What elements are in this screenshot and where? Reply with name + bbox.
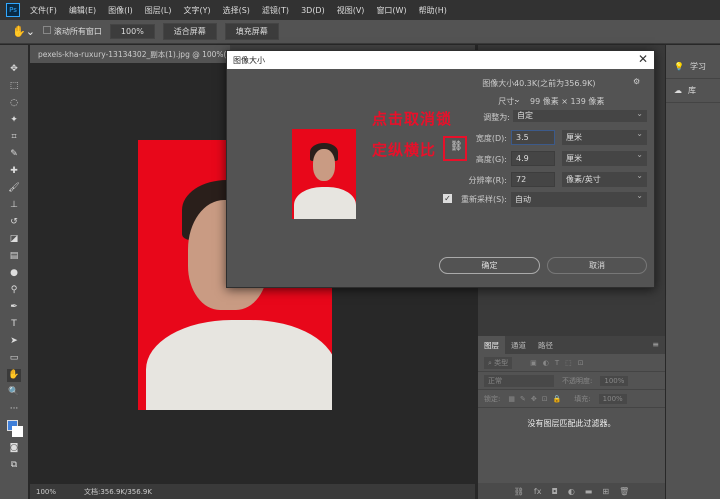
width-input[interactable]: 3.5 [511, 130, 555, 145]
preview-thumbnail [292, 129, 356, 219]
height-input[interactable]: 4.9 [511, 151, 555, 166]
annotation-line1: 点击取消锁 [372, 110, 453, 128]
zoom-100-button[interactable]: 100% [109, 24, 155, 39]
gradient-tool-icon[interactable]: ▤ [7, 250, 21, 263]
scroll-all-checkbox[interactable]: 滚动所有窗口 [42, 26, 102, 37]
resample-select[interactable]: 自动 [511, 191, 647, 207]
crop-tool-icon[interactable]: ⌗ [7, 131, 21, 144]
cloud-library-icon: ☁ [674, 86, 682, 95]
layer-filter-select[interactable]: ⌕ 类型 [484, 356, 513, 369]
move-tool-icon[interactable]: ✥ [7, 63, 21, 76]
status-bar: 100% 文档:356.9K/356.9K [30, 484, 475, 499]
zoom-level[interactable]: 100% [30, 488, 80, 496]
image-size-dialog: 图像大小 ✕ 图像大小: 40.3K(之前为356.9K) ⚙ 尺寸: ⌄ 99 … [226, 50, 655, 288]
quick-mask-icon[interactable]: ◙ [7, 442, 21, 455]
library-panel-button[interactable]: ☁ 库 [666, 79, 720, 103]
dimensions-label: 尺寸: [498, 97, 517, 106]
fill-screen-button[interactable]: 填充屏幕 [224, 23, 279, 40]
adjustment-icon[interactable]: ◐ [568, 487, 575, 496]
tab-layers[interactable]: 图层 [478, 336, 505, 354]
menu-window[interactable]: 窗口(W) [376, 5, 406, 16]
type-tool-icon[interactable]: T [7, 318, 21, 331]
learn-panel-button[interactable]: 💡 学习 [666, 55, 720, 79]
more-tools-icon[interactable]: ··· [7, 403, 21, 416]
menu-select[interactable]: 选择(S) [223, 5, 250, 16]
resolution-label: 分辨率(R): [468, 176, 508, 185]
lasso-tool-icon[interactable]: ◌ [7, 97, 21, 110]
document-tab[interactable]: pexels-kha-ruxury-13134302_副本(1).jpg @ 1… [30, 45, 230, 63]
marquee-tool-icon[interactable]: ⬚ [7, 80, 21, 93]
folder-icon[interactable]: ▬ [585, 487, 593, 496]
dimensions-dropdown-icon[interactable]: ⌄ [514, 95, 521, 104]
height-label: 高度(G): [475, 155, 507, 164]
new-layer-icon[interactable]: ⊞ [602, 487, 609, 496]
width-label: 宽度(D): [475, 134, 507, 143]
fx-icon[interactable]: fx [534, 487, 542, 496]
image-size-value: 40.3K(之前为356.9K) [514, 79, 596, 88]
lock-icons[interactable]: ▦✎✥⊡🔒 [508, 395, 566, 403]
menu-layer[interactable]: 图层(L) [145, 5, 172, 16]
menu-help[interactable]: 帮助(H) [419, 5, 447, 16]
resolution-input[interactable]: 72 [511, 172, 555, 187]
height-unit-select[interactable]: 厘米 [562, 150, 647, 166]
lightbulb-icon: 💡 [674, 62, 684, 71]
collapsed-panels: 💡 学习 ☁ 库 [666, 45, 720, 499]
photoshop-logo: Ps [6, 3, 20, 17]
toolbar: ✥ ⬚ ◌ ✦ ⌗ ✎ ✚ 🖌 ⊥ ↺ ◪ ▤ ● ⚲ ✒ T ➤ ▭ ✋ 🔍 … [0, 45, 28, 499]
fit-screen-button[interactable]: 适合屏幕 [162, 23, 217, 40]
ok-button[interactable]: 确定 [439, 257, 540, 274]
menu-image[interactable]: 图像(I) [108, 5, 133, 16]
hand-icon[interactable]: ✋⌄ [12, 25, 35, 38]
layers-panel: 图层 通道 路径 ≡ ⌕ 类型 ▣◐T⬚⊡ 正常 不透明度: 100% 锁定: ▦✎✥⊡… [478, 336, 665, 499]
menu-edit[interactable]: 编辑(E) [69, 5, 96, 16]
options-bar: ✋⌄ 滚动所有窗口 100% 适合屏幕 填充屏幕 [0, 20, 720, 44]
cancel-button[interactable]: 取消 [547, 257, 647, 274]
link-icon[interactable]: ⛓ [514, 487, 524, 496]
filter-icons[interactable]: ▣◐T⬚⊡ [530, 359, 589, 367]
history-brush-icon[interactable]: ↺ [7, 216, 21, 229]
screen-mode-icon[interactable]: ⧉ [7, 459, 21, 472]
tab-channels[interactable]: 通道 [505, 336, 532, 354]
dimensions-value: 99 像素 × 139 像素 [530, 97, 605, 106]
blur-tool-icon[interactable]: ● [7, 267, 21, 280]
menu-bar: Ps 文件(F) 编辑(E) 图像(I) 图层(L) 文字(Y) 选择(S) 滤… [0, 0, 720, 20]
opacity-input[interactable]: 100% [600, 375, 629, 386]
image-size-label: 图像大小: [482, 79, 517, 88]
shape-tool-icon[interactable]: ▭ [7, 352, 21, 365]
fit-to-select[interactable]: 自定 [513, 109, 647, 122]
hand-tool-icon[interactable]: ✋ [7, 369, 21, 382]
eraser-icon[interactable]: ◪ [7, 233, 21, 246]
magic-wand-icon[interactable]: ✦ [7, 114, 21, 127]
menu-type[interactable]: 文字(Y) [183, 5, 210, 16]
menu-file[interactable]: 文件(F) [30, 5, 57, 16]
stamp-tool-icon[interactable]: ⊥ [7, 199, 21, 212]
fill-input[interactable]: 100% [598, 393, 627, 404]
menu-filter[interactable]: 滤镜(T) [262, 5, 289, 16]
tab-paths[interactable]: 路径 [532, 336, 559, 354]
doc-size[interactable]: 文档:356.9K/356.9K [80, 487, 152, 497]
panel-menu-icon[interactable]: ≡ [646, 336, 665, 354]
menu-view[interactable]: 视图(V) [337, 5, 365, 16]
brush-tool-icon[interactable]: 🖌 [7, 182, 21, 195]
color-swatches-icon[interactable] [7, 420, 23, 438]
resample-label: 重新采样(S): [460, 195, 507, 204]
layer-actions: ⛓ fx ◘ ◐ ▬ ⊞ 🗑 [478, 483, 665, 499]
path-select-icon[interactable]: ➤ [7, 335, 21, 348]
trash-icon[interactable]: 🗑 [619, 487, 629, 496]
dodge-tool-icon[interactable]: ⚲ [7, 284, 21, 297]
width-unit-select[interactable]: 厘米 [562, 129, 647, 145]
zoom-tool-icon[interactable]: 🔍 [7, 386, 21, 399]
pen-tool-icon[interactable]: ✒ [7, 301, 21, 314]
eyedropper-icon[interactable]: ✎ [7, 148, 21, 161]
blend-mode-select[interactable]: 正常 [484, 374, 554, 387]
resolution-unit-select[interactable]: 像素/英寸 [562, 171, 647, 187]
dialog-title-bar: 图像大小 ✕ [227, 51, 654, 69]
healing-brush-icon[interactable]: ✚ [7, 165, 21, 178]
close-icon[interactable]: ✕ [638, 52, 648, 66]
gear-icon[interactable]: ⚙ [633, 77, 640, 86]
menu-3d[interactable]: 3D(D) [301, 6, 325, 15]
empty-message: 没有图层匹配此过滤器。 [527, 419, 616, 428]
mask-icon[interactable]: ◘ [551, 487, 557, 496]
